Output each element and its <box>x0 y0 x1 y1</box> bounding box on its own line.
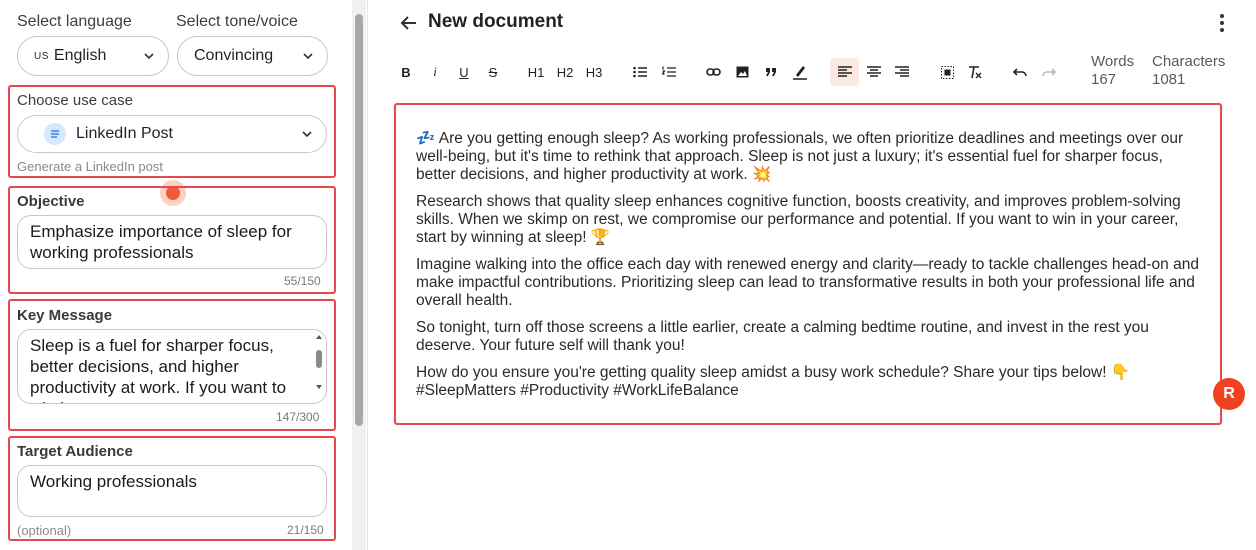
undo-icon <box>1013 68 1027 77</box>
select-all-button[interactable] <box>936 58 958 86</box>
align-right-icon <box>895 66 909 77</box>
image-button[interactable] <box>731 58 753 86</box>
underline-button[interactable]: U <box>453 58 475 86</box>
panel-scrollbar-thumb[interactable] <box>355 14 363 426</box>
chevron-down-icon <box>144 53 154 60</box>
more-options-icon[interactable] <box>1212 12 1232 34</box>
h1-button[interactable]: H1 <box>525 58 547 86</box>
redo-button[interactable] <box>1038 58 1060 86</box>
language-select[interactable]: US English <box>17 36 169 76</box>
panel-divider <box>367 0 368 550</box>
bullet-list-icon <box>633 66 647 78</box>
align-left-icon <box>837 66 852 77</box>
highlighter-icon <box>793 66 807 80</box>
words-count: 167 <box>1091 71 1117 88</box>
chevron-down-icon <box>303 53 313 60</box>
align-center-icon <box>867 66 881 77</box>
highlight-button[interactable] <box>789 58 811 86</box>
words-label: Words <box>1091 53 1135 70</box>
chevron-down-icon <box>302 131 312 138</box>
undo-button[interactable] <box>1009 58 1031 86</box>
paragraph: Research shows that quality sleep enhanc… <box>416 193 1181 246</box>
objective-counter: 55/150 <box>284 274 321 288</box>
language-label: Select language <box>17 13 132 30</box>
h3-button[interactable]: H3 <box>583 58 605 86</box>
paragraph: Imagine walking into the office each day… <box>416 256 1199 309</box>
numbered-list-icon <box>662 66 676 77</box>
use-case-select[interactable]: LinkedIn Post <box>17 115 327 153</box>
align-center-button[interactable] <box>863 58 885 86</box>
textarea-scrollbar[interactable] <box>314 332 324 398</box>
tone-select[interactable]: Convincing <box>177 36 328 76</box>
image-icon <box>736 66 748 78</box>
floating-assistant-button[interactable]: R <box>1213 378 1245 410</box>
objective-title: Objective <box>17 193 85 210</box>
editor-content[interactable]: 💤 Are you getting enough sleep? As worki… <box>416 130 1206 409</box>
target-audience-counter: 21/150 <box>287 523 324 537</box>
target-audience-title: Target Audience <box>17 443 133 460</box>
redo-icon <box>1042 68 1056 77</box>
clear-format-icon <box>969 65 982 78</box>
align-left-button[interactable] <box>830 58 859 86</box>
back-arrow-icon[interactable] <box>398 12 420 34</box>
bold-button[interactable]: B <box>395 58 417 86</box>
characters-label: Characters <box>1152 53 1226 70</box>
paragraph: So tonight, turn off those screens a lit… <box>416 319 1149 354</box>
paragraph: How do you ensure you're getting quality… <box>416 364 1131 399</box>
blockquote-button[interactable] <box>760 58 782 86</box>
characters-count: 1081 <box>1152 71 1186 88</box>
link-button[interactable] <box>702 58 724 86</box>
numbered-list-button[interactable] <box>658 58 680 86</box>
use-case-hint: Generate a LinkedIn post <box>17 159 163 174</box>
italic-button[interactable]: i <box>424 58 446 86</box>
settings-panel: Select language Select tone/voice US Eng… <box>0 0 350 550</box>
document-title[interactable]: New document <box>428 11 563 33</box>
key-message-input[interactable]: Sleep is a fuel for sharper focus, bette… <box>17 329 327 404</box>
clear-format-button[interactable] <box>964 58 986 86</box>
quote-icon <box>766 68 776 76</box>
link-icon <box>705 68 721 76</box>
use-case-value: LinkedIn Post <box>76 125 173 142</box>
target-audience-input[interactable]: Working professionals <box>17 465 327 517</box>
bullet-list-button[interactable] <box>629 58 651 86</box>
target-audience-optional: (optional) <box>17 523 72 538</box>
use-case-title: Choose use case <box>17 92 133 109</box>
key-message-counter: 147/300 <box>276 410 320 424</box>
key-message-title: Key Message <box>17 307 113 324</box>
select-all-icon <box>940 65 954 79</box>
align-right-button[interactable] <box>891 58 913 86</box>
document-icon <box>44 123 66 145</box>
objective-input[interactable]: Emphasize importance of sleep for workin… <box>17 215 327 269</box>
language-value: English <box>53 47 107 64</box>
h2-button[interactable]: H2 <box>554 58 576 86</box>
tone-label: Select tone/voice <box>176 13 298 30</box>
strikethrough-button[interactable]: S <box>482 58 504 86</box>
paragraph: 💤 Are you getting enough sleep? As worki… <box>416 130 1184 183</box>
tone-value: Convincing <box>194 47 274 64</box>
flag-us-icon: US <box>34 50 49 62</box>
